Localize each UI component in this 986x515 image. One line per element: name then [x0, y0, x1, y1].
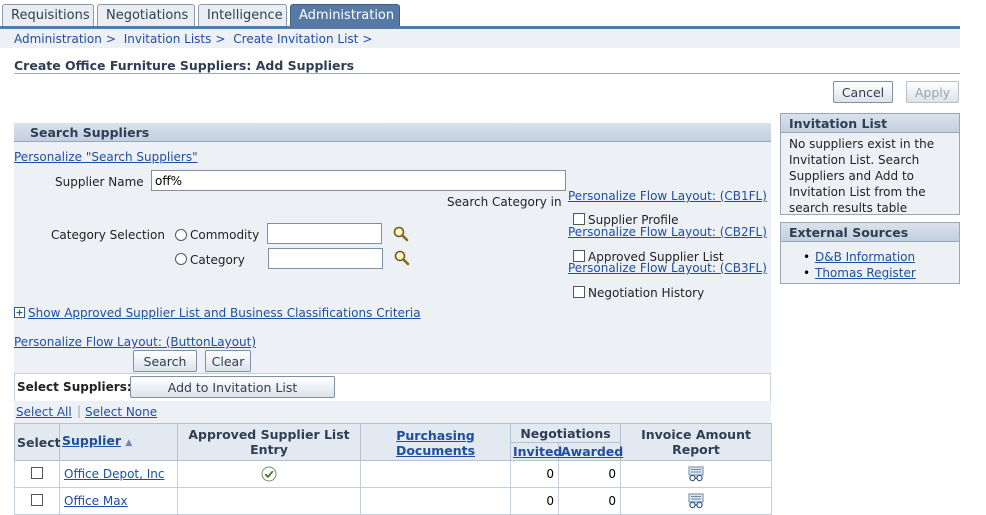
invoice-header-line1: Invoice Amount — [641, 427, 751, 442]
invoice-report-cell — [620, 460, 773, 488]
column-header-awarded[interactable]: Awarded — [557, 442, 623, 461]
row-select-cell — [14, 487, 60, 515]
personalize-flow-button-layout-link[interactable]: Personalize Flow Layout: (ButtonLayout) — [14, 335, 256, 349]
search-category-in-label: Search Category in — [447, 195, 562, 209]
tab-bar: Requisitions Negotiations Intelligence A… — [0, 0, 986, 27]
list-item: • D&B Information — [803, 250, 916, 264]
row-select-cell — [14, 460, 60, 488]
clear-button[interactable]: Clear — [205, 350, 251, 372]
column-header-purchasing-documents[interactable]: Purchasing Documents — [360, 423, 511, 461]
invited-cell: 0 — [510, 487, 559, 515]
external-sources-list: • D&B Information • Thomas Register — [803, 249, 916, 281]
asl-header-line1: Approved Supplier List — [188, 427, 350, 442]
invitation-list-header: Invitation List — [781, 114, 959, 133]
supplier-link[interactable]: Office Depot, Inc — [64, 467, 165, 481]
list-item: • Thomas Register — [803, 266, 916, 280]
commodity-label: Commodity — [190, 228, 260, 242]
commodity-input[interactable] — [267, 223, 382, 244]
checkmark-icon — [261, 466, 277, 482]
invited-cell: 0 — [510, 460, 559, 488]
invited-sort-link[interactable]: Invited — [513, 444, 562, 459]
awarded-cell: 0 — [557, 460, 622, 488]
personalize-search-link[interactable]: Personalize "Search Suppliers" — [14, 150, 198, 164]
column-header-asl-entry: Approved Supplier List Entry — [177, 423, 361, 461]
breadcrumb-administration[interactable]: Administration — [14, 32, 102, 46]
select-suppliers-bar: Select Suppliers: Add to Invitation List — [14, 373, 771, 401]
personalize-flow-cb3fl-link[interactable]: Personalize Flow Layout: (CB3FL) — [568, 261, 767, 275]
invitation-list-panel: Invitation List No suppliers exist in th… — [780, 113, 960, 215]
show-asl-criteria-link[interactable]: Show Approved Supplier List and Business… — [28, 306, 421, 320]
add-to-invitation-list-button[interactable]: Add to Invitation List — [130, 376, 335, 398]
select-links-bar: Select All | Select None — [14, 401, 771, 423]
apply-button[interactable]: Apply — [906, 81, 959, 103]
column-header-supplier[interactable]: Supplier ▲ — [59, 423, 178, 461]
report-glasses-icon[interactable] — [687, 466, 705, 482]
external-sources-panel: External Sources • D&B Information • Thoma… — [780, 222, 960, 284]
supplier-sort-link[interactable]: Supplier — [62, 433, 121, 448]
supplier-cell: Office Depot, Inc — [59, 460, 178, 488]
commodity-radio[interactable] — [175, 229, 187, 241]
external-sources-header: External Sources — [781, 223, 959, 242]
awarded-cell: 0 — [557, 487, 622, 515]
dnb-information-link[interactable]: D&B Information — [815, 250, 915, 264]
invoice-report-cell — [620, 487, 773, 515]
breadcrumb-separator: > — [215, 32, 226, 46]
asl-entry-cell — [177, 460, 361, 488]
expand-plus-icon[interactable] — [14, 307, 25, 318]
purchasing-documents-link[interactable]: Purchasing Documents — [396, 428, 475, 458]
column-header-invited[interactable]: Invited — [510, 442, 562, 461]
column-header-select: Select — [14, 423, 61, 461]
breadcrumb: Administration > Invitation Lists > Create… — [14, 32, 376, 46]
select-all-link[interactable]: Select All — [16, 405, 72, 419]
supplier-profile-checkbox[interactable] — [573, 213, 585, 225]
purchasing-documents-cell — [360, 460, 511, 488]
invitation-list-message: No suppliers exist in the Invitation Lis… — [789, 137, 935, 215]
category-label: Category — [190, 253, 245, 267]
breadcrumb-create-invitation-list[interactable]: Create Invitation List — [233, 32, 358, 46]
supplier-name-input[interactable] — [151, 170, 566, 191]
cancel-button[interactable]: Cancel — [833, 81, 893, 103]
row-select-checkbox[interactable] — [31, 466, 43, 479]
table-row: Office Depot, Inc 0 0 — [14, 460, 773, 488]
category-selection-label: Category Selection — [51, 228, 165, 242]
invoice-header-line2: Report — [672, 442, 720, 457]
results-table: Select Supplier ▲ Approved Supplier List… — [14, 423, 773, 515]
tab-administration[interactable]: Administration — [290, 4, 400, 27]
personalize-flow-cb1fl-link[interactable]: Personalize Flow Layout: (CB1FL) — [568, 189, 767, 203]
asl-entry-cell — [177, 487, 361, 515]
search-suppliers-header: Search Suppliers — [14, 123, 771, 142]
search-icon[interactable] — [393, 249, 411, 267]
supplier-cell: Office Max — [59, 487, 178, 515]
select-suppliers-label: Select Suppliers: — [17, 380, 132, 394]
supplier-link[interactable]: Office Max — [64, 494, 128, 508]
column-header-negotiations: Negotiations — [509, 423, 622, 443]
select-none-link[interactable]: Select None — [85, 405, 157, 419]
tab-intelligence[interactable]: Intelligence — [198, 4, 287, 27]
page-title: Create Office Furniture Suppliers: Add S… — [14, 58, 355, 73]
category-input[interactable] — [268, 248, 383, 269]
asl-header-line2: Entry — [250, 442, 288, 457]
title-divider — [14, 73, 960, 74]
search-icon[interactable] — [392, 225, 410, 243]
purchasing-documents-cell — [360, 487, 511, 515]
breadcrumb-invitation-lists[interactable]: Invitation Lists — [124, 32, 212, 46]
row-select-checkbox[interactable] — [31, 493, 43, 506]
category-radio[interactable] — [175, 253, 187, 265]
breadcrumb-separator: > — [362, 32, 373, 46]
negotiation-history-checkbox[interactable] — [573, 286, 585, 298]
supplier-name-label: Supplier Name — [55, 175, 144, 189]
table-row: Office Max 0 0 — [14, 487, 773, 515]
tab-requisitions[interactable]: Requisitions — [2, 4, 94, 27]
link-separator: | — [77, 404, 82, 418]
report-glasses-icon[interactable] — [687, 493, 705, 509]
sort-ascending-icon[interactable]: ▲ — [125, 438, 132, 448]
thomas-register-link[interactable]: Thomas Register — [815, 266, 916, 280]
negotiation-history-label: Negotiation History — [588, 286, 705, 300]
awarded-sort-link[interactable]: Awarded — [561, 444, 623, 459]
personalize-flow-cb2fl-link[interactable]: Personalize Flow Layout: (CB2FL) — [568, 225, 767, 239]
tab-negotiations[interactable]: Negotiations — [97, 4, 195, 27]
breadcrumb-separator: > — [105, 32, 116, 46]
column-header-invoice-report: Invoice Amount Report — [620, 423, 773, 461]
search-button[interactable]: Search — [133, 350, 197, 372]
